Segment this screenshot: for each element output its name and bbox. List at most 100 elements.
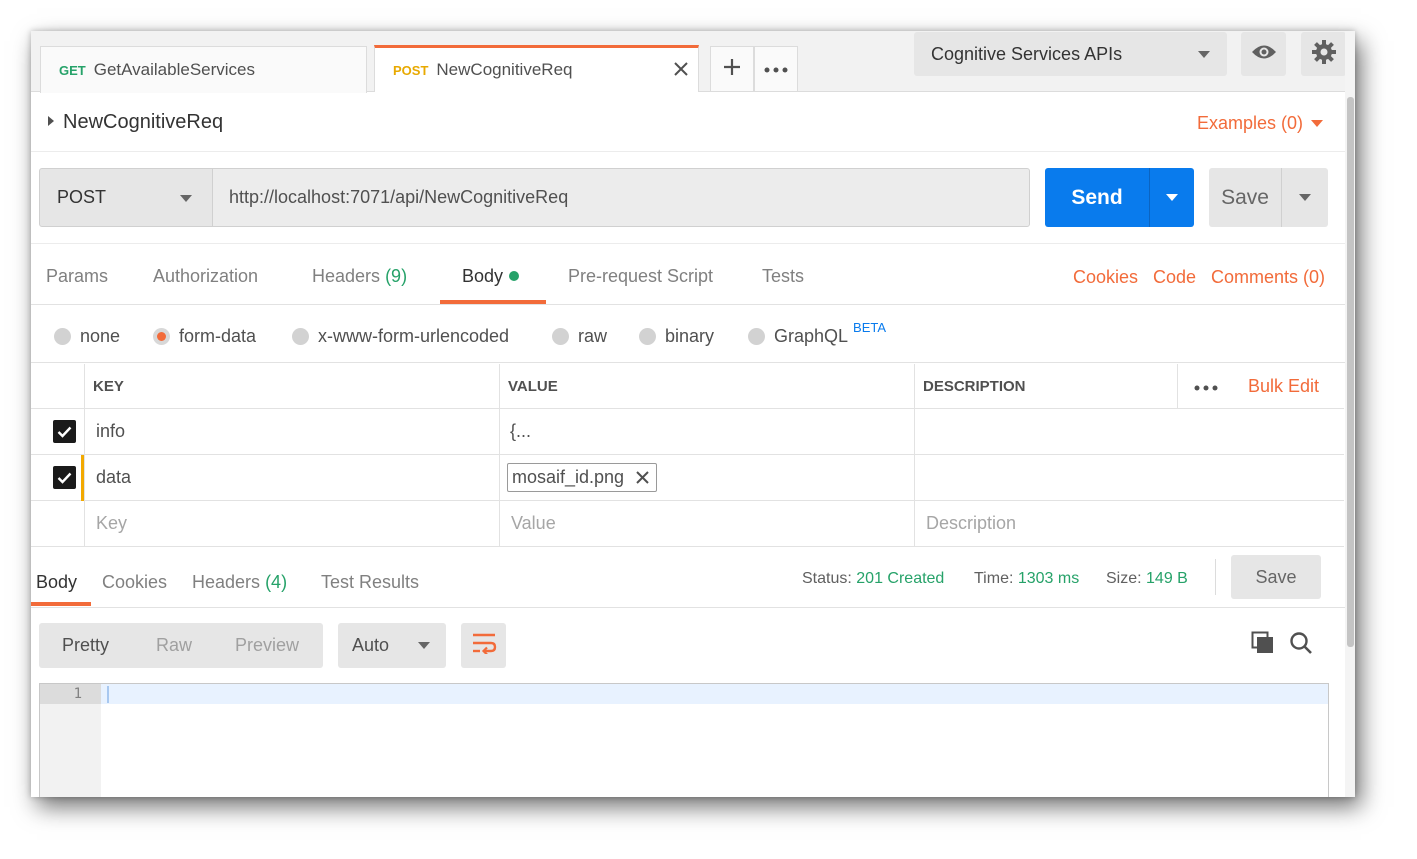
view-preview-button[interactable]: Preview bbox=[235, 635, 299, 656]
value-cell[interactable]: mosaif_id.png bbox=[499, 455, 914, 500]
ellipsis-icon bbox=[764, 60, 788, 78]
radio-raw[interactable]: raw bbox=[552, 326, 607, 347]
radio-graphql[interactable]: GraphQL BETA bbox=[748, 320, 886, 347]
tab-tests[interactable]: Tests bbox=[762, 266, 804, 287]
radio-label: x-www-form-urlencoded bbox=[318, 326, 510, 346]
close-icon[interactable] bbox=[635, 470, 650, 485]
send-button[interactable]: Send bbox=[1045, 168, 1149, 227]
more-tabs-button[interactable] bbox=[754, 46, 798, 92]
chevron-down-icon bbox=[1198, 51, 1210, 58]
column-header-description: DESCRIPTION bbox=[914, 364, 1177, 408]
text-cursor bbox=[107, 686, 109, 703]
divider bbox=[1215, 559, 1216, 595]
url-input[interactable]: http://localhost:7071/api/NewCognitiveRe… bbox=[212, 168, 1030, 227]
examples-link[interactable]: Examples (0) bbox=[1197, 113, 1303, 134]
key-cell[interactable]: data bbox=[84, 455, 499, 500]
time-value: 1303 ms bbox=[1017, 570, 1080, 587]
new-value-input[interactable]: Value bbox=[499, 501, 914, 546]
body-type-options: none form-data x-www-form-urlencoded raw… bbox=[31, 306, 1345, 363]
format-select[interactable]: Auto bbox=[338, 623, 446, 668]
environment-select[interactable]: Cognitive Services APIs bbox=[914, 32, 1227, 76]
row-checkbox[interactable] bbox=[53, 466, 76, 489]
comments-link[interactable]: Comments (0) bbox=[1211, 267, 1325, 288]
cookies-link[interactable]: Cookies bbox=[1073, 267, 1138, 288]
radio-none[interactable]: none bbox=[54, 326, 120, 347]
radio-urlencoded[interactable]: x-www-form-urlencoded bbox=[292, 326, 509, 347]
active-line-highlight bbox=[101, 684, 1328, 704]
radio-label: form-data bbox=[179, 326, 257, 346]
scrollbar[interactable] bbox=[1345, 31, 1355, 797]
request-tabs: Params Authorization Headers (9) Body Pr… bbox=[31, 243, 1345, 305]
row-checkbox[interactable] bbox=[53, 420, 76, 443]
radio-form-data[interactable]: form-data bbox=[153, 326, 256, 347]
line-number: 1 bbox=[73, 686, 82, 702]
tab-headers-label: Headers bbox=[312, 266, 381, 286]
column-header-key: KEY bbox=[84, 364, 499, 408]
key-cell[interactable]: info bbox=[84, 409, 499, 454]
response-size: Size: 149 B bbox=[1106, 570, 1188, 588]
tab-authorization[interactable]: Authorization bbox=[153, 266, 258, 287]
value-cell[interactable]: {... bbox=[499, 409, 914, 454]
view-raw-button[interactable]: Raw bbox=[156, 635, 192, 656]
wrap-lines-button[interactable] bbox=[461, 623, 506, 668]
settings-button[interactable] bbox=[1301, 32, 1346, 76]
copy-button[interactable] bbox=[1250, 631, 1276, 660]
response-tab-cookies[interactable]: Cookies bbox=[102, 572, 167, 593]
tab-body[interactable]: Body bbox=[462, 266, 520, 287]
tab-pre-request-script[interactable]: Pre-request Script bbox=[568, 266, 713, 287]
tab-headers[interactable]: Headers (9) bbox=[312, 266, 407, 287]
new-tab-button[interactable] bbox=[710, 46, 754, 92]
search-button[interactable] bbox=[1288, 631, 1314, 658]
send-options-button[interactable] bbox=[1149, 168, 1194, 227]
response-time: Time: 1303 ms bbox=[974, 570, 1079, 588]
bulk-edit-link[interactable]: Bulk Edit bbox=[1234, 364, 1344, 408]
tab-label: NewCognitiveReq bbox=[436, 60, 573, 79]
code-link[interactable]: Code bbox=[1153, 267, 1196, 288]
chevron-down-icon[interactable] bbox=[1311, 120, 1323, 127]
tab-method-badge: GET bbox=[59, 62, 86, 78]
scrollbar-thumb[interactable] bbox=[1347, 97, 1354, 647]
tab-params[interactable]: Params bbox=[46, 266, 108, 287]
chevron-down-icon bbox=[1166, 194, 1178, 201]
caret-right-icon[interactable] bbox=[48, 116, 54, 126]
gear-icon bbox=[1311, 39, 1337, 70]
view-pretty-button[interactable]: Pretty bbox=[62, 635, 109, 656]
response-tab-body[interactable]: Body bbox=[36, 572, 77, 593]
environment-quick-look-button[interactable] bbox=[1241, 32, 1286, 76]
close-icon[interactable] bbox=[672, 60, 690, 78]
radio-circle-icon bbox=[748, 328, 765, 345]
file-name: mosaif_id.png bbox=[512, 467, 625, 487]
response-tab-headers-label: Headers bbox=[192, 572, 261, 592]
size-label: Size: bbox=[1106, 570, 1142, 587]
request-name[interactable]: NewCognitiveReq bbox=[63, 111, 223, 134]
new-key-input[interactable]: Key bbox=[84, 501, 499, 546]
radio-circle-icon bbox=[552, 328, 569, 345]
table-row: Key Value Description bbox=[31, 501, 1344, 547]
tab-new-cognitive-req[interactable]: POST NewCognitiveReq bbox=[374, 45, 699, 92]
tab-label: GetAvailableServices bbox=[93, 60, 256, 79]
description-cell[interactable] bbox=[914, 409, 1344, 454]
tab-method-badge: POST bbox=[393, 62, 429, 78]
radio-label: none bbox=[80, 326, 121, 346]
response-tab-test-results[interactable]: Test Results bbox=[321, 572, 419, 593]
new-description-input[interactable]: Description bbox=[914, 501, 1344, 546]
chevron-down-icon bbox=[418, 642, 430, 649]
status-dot-icon bbox=[509, 271, 520, 281]
save-response-button[interactable]: Save bbox=[1231, 555, 1321, 599]
table-options-button[interactable] bbox=[1177, 364, 1234, 408]
response-bar: Body Cookies Headers (4) Test Results St… bbox=[31, 547, 1345, 608]
view-mode-selector: Pretty Raw Preview bbox=[39, 623, 323, 668]
save-options-button[interactable] bbox=[1281, 168, 1328, 227]
tab-get-available-services[interactable]: GET GetAvailableServices bbox=[40, 46, 367, 93]
time-label: Time: bbox=[974, 570, 1014, 587]
size-value: 149 B bbox=[1146, 570, 1188, 587]
radio-binary[interactable]: binary bbox=[639, 326, 714, 347]
save-button[interactable]: Save bbox=[1209, 168, 1281, 227]
description-cell[interactable] bbox=[914, 455, 1344, 500]
response-body-editor[interactable]: 1 bbox=[39, 683, 1329, 797]
format-label: Auto bbox=[352, 635, 390, 655]
method-select[interactable]: POST bbox=[39, 168, 213, 227]
copy-icon bbox=[1251, 631, 1275, 660]
wrap-text-icon bbox=[471, 632, 497, 659]
response-tab-headers[interactable]: Headers (4) bbox=[192, 572, 287, 593]
